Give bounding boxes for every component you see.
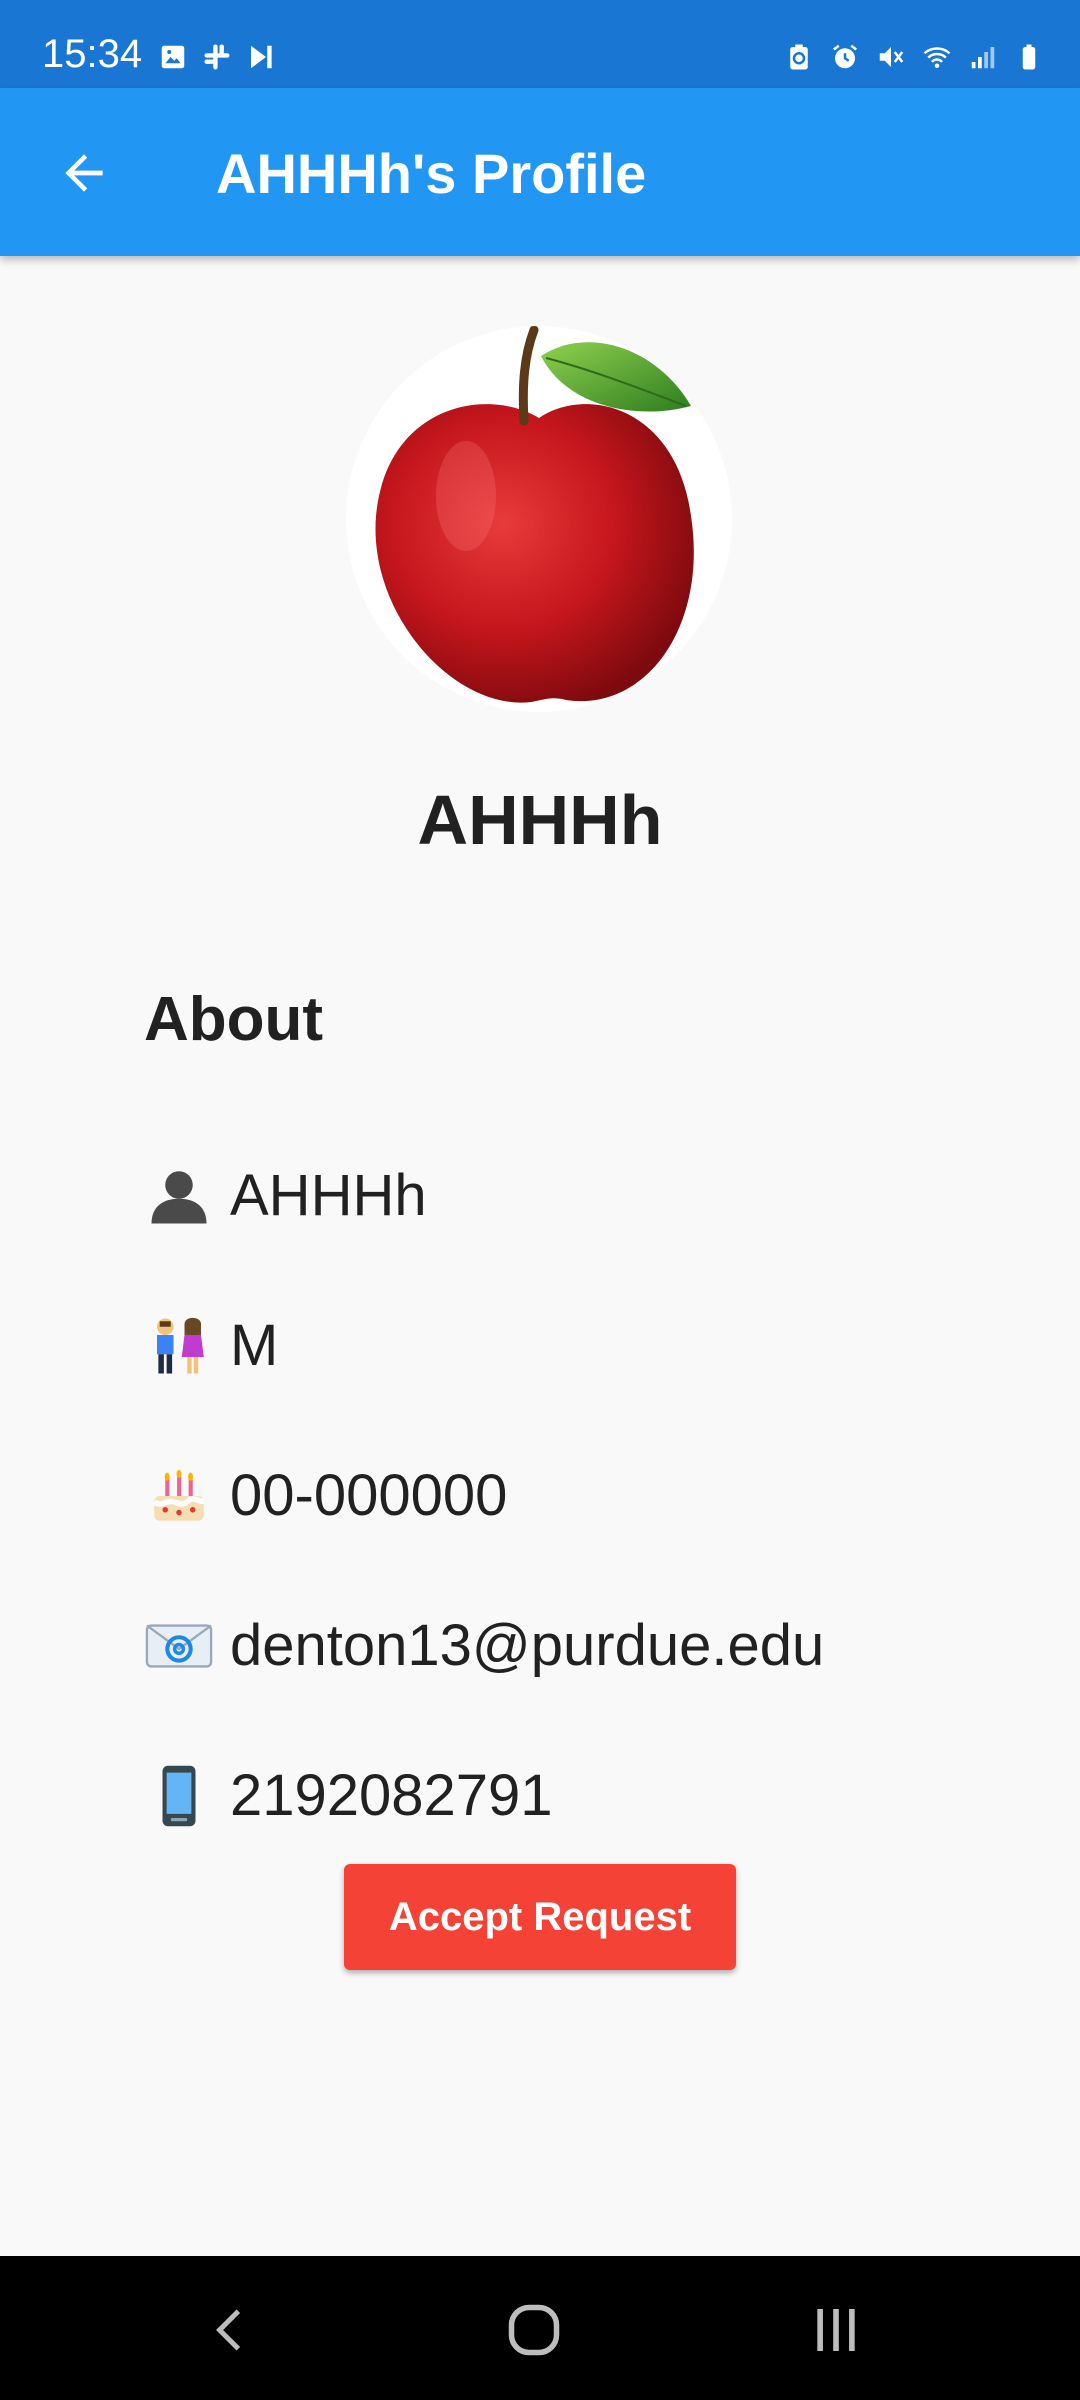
wifi-icon bbox=[923, 47, 951, 68]
apple-image bbox=[375, 326, 694, 703]
status-right-icons bbox=[784, 42, 1044, 72]
avatar bbox=[346, 326, 732, 712]
status-time: 15:34 bbox=[42, 32, 143, 76]
mobile-phone-icon bbox=[144, 1761, 214, 1831]
battery-icon bbox=[1022, 44, 1036, 70]
info-row-phone: 2192082791 bbox=[144, 1756, 553, 1836]
info-text: denton13@purdue.edu bbox=[230, 1613, 825, 1678]
about-heading: About bbox=[144, 985, 324, 1054]
page-title: AHHHh's Profile bbox=[216, 142, 647, 205]
app-bar: AHHHh's Profile bbox=[0, 88, 1080, 256]
birthday-cake-icon bbox=[144, 1461, 214, 1531]
image-icon bbox=[161, 45, 185, 69]
accept-request-button[interactable]: Accept Request bbox=[344, 1864, 736, 1970]
home-icon bbox=[508, 2304, 560, 2356]
mute-icon bbox=[879, 47, 904, 67]
info-text: 00-000000 bbox=[230, 1463, 508, 1528]
slack-icon bbox=[204, 44, 230, 70]
signal-icon bbox=[971, 47, 995, 69]
status-left-icons bbox=[158, 42, 276, 72]
alarm-icon bbox=[833, 44, 857, 69]
nav-home-button[interactable] bbox=[494, 2298, 574, 2362]
email-icon bbox=[144, 1611, 214, 1681]
couple-icon bbox=[144, 1311, 214, 1381]
nav-back-button[interactable] bbox=[190, 2298, 270, 2362]
status-bar: 15:34 bbox=[0, 0, 1080, 88]
back-icon bbox=[216, 2309, 241, 2351]
info-text: 2192082791 bbox=[230, 1763, 553, 1828]
info-row-gender: M bbox=[144, 1306, 278, 1386]
recents-icon bbox=[817, 2309, 855, 2351]
media-play-icon bbox=[251, 45, 272, 69]
profile-name: AHHHh bbox=[417, 781, 663, 859]
info-row-username: AHHHh bbox=[144, 1156, 427, 1236]
info-row-email: denton13@purdue.edu bbox=[144, 1606, 824, 1686]
bust-silhouette-icon bbox=[144, 1161, 214, 1231]
battery-saver-icon bbox=[790, 44, 808, 70]
arrow-back-icon bbox=[65, 154, 103, 192]
info-text: M bbox=[230, 1313, 279, 1378]
back-button[interactable] bbox=[44, 138, 124, 208]
info-row-birthday: 00-000000 bbox=[144, 1456, 507, 1536]
nav-recents-button[interactable] bbox=[796, 2298, 876, 2362]
info-text: AHHHh bbox=[230, 1163, 427, 1228]
navigation-bar bbox=[0, 2256, 1080, 2400]
